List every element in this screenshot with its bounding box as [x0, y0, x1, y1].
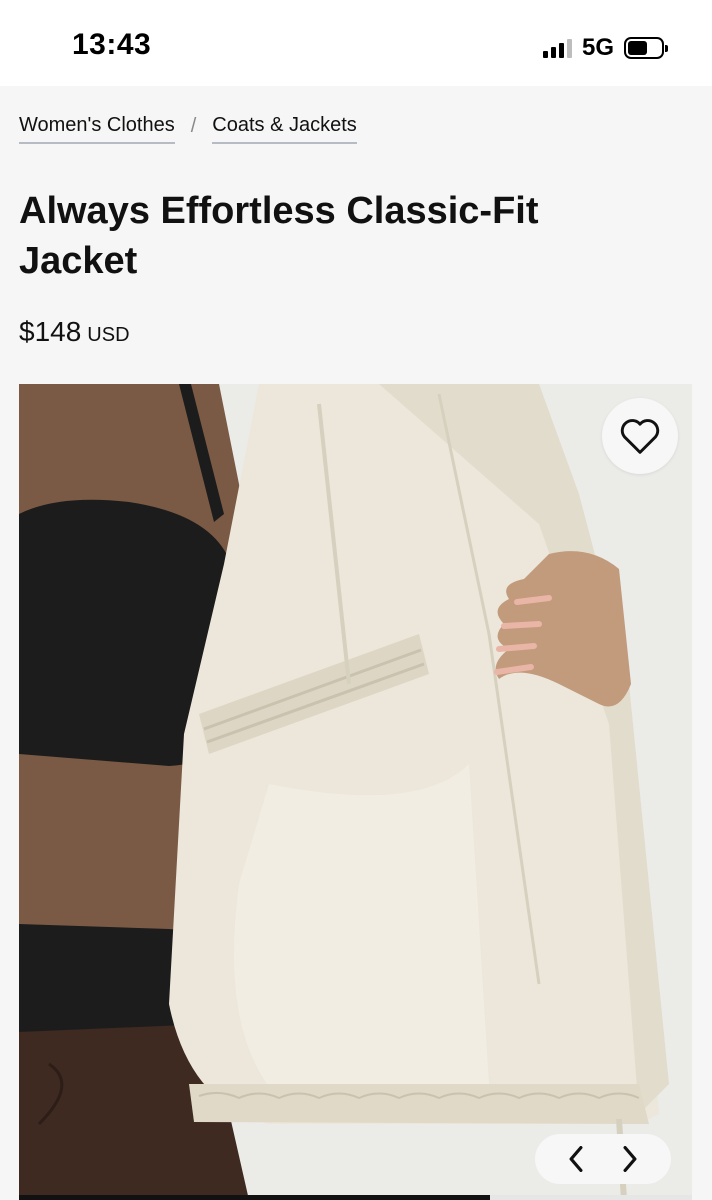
breadcrumb-coats-jackets[interactable]: Coats & Jackets: [212, 114, 357, 144]
jacket-hem: [189, 1084, 649, 1124]
carousel-prev-button[interactable]: [556, 1139, 596, 1179]
price-amount: $148: [19, 316, 82, 347]
product-price: $148 USD: [19, 316, 130, 348]
gallery-progress-bar: [19, 1195, 491, 1200]
product-page: Women's Clothes / Coats & Jackets Always…: [0, 86, 712, 1200]
carousel-controls: [535, 1134, 671, 1184]
price-currency: USD: [87, 324, 130, 346]
breadcrumb-separator: /: [190, 115, 197, 137]
chevron-left-icon: [569, 1146, 583, 1172]
carousel-next-button[interactable]: [610, 1139, 650, 1179]
breadcrumb-womens-clothes[interactable]: Women's Clothes: [19, 114, 175, 144]
chevron-right-icon: [623, 1146, 637, 1172]
signal-bars-icon: [542, 38, 572, 58]
battery-icon: [624, 37, 668, 59]
status-time: 13:43: [72, 28, 152, 61]
status-indicators: 5G: [542, 33, 668, 63]
network-type: 5G: [581, 34, 614, 61]
jacket-inner-panel: [234, 764, 489, 1099]
heart-outline-icon: [620, 419, 660, 454]
gallery-progress: [19, 1195, 692, 1200]
status-bar: 13:43 5G: [0, 0, 712, 86]
product-title: Always Effortless Classic-Fit Jacket: [19, 190, 539, 282]
product-photo: [19, 384, 692, 1200]
breadcrumb: Women's Clothes / Coats & Jackets: [19, 114, 357, 144]
wishlist-button[interactable]: [602, 398, 678, 474]
product-image-gallery[interactable]: [19, 384, 692, 1200]
